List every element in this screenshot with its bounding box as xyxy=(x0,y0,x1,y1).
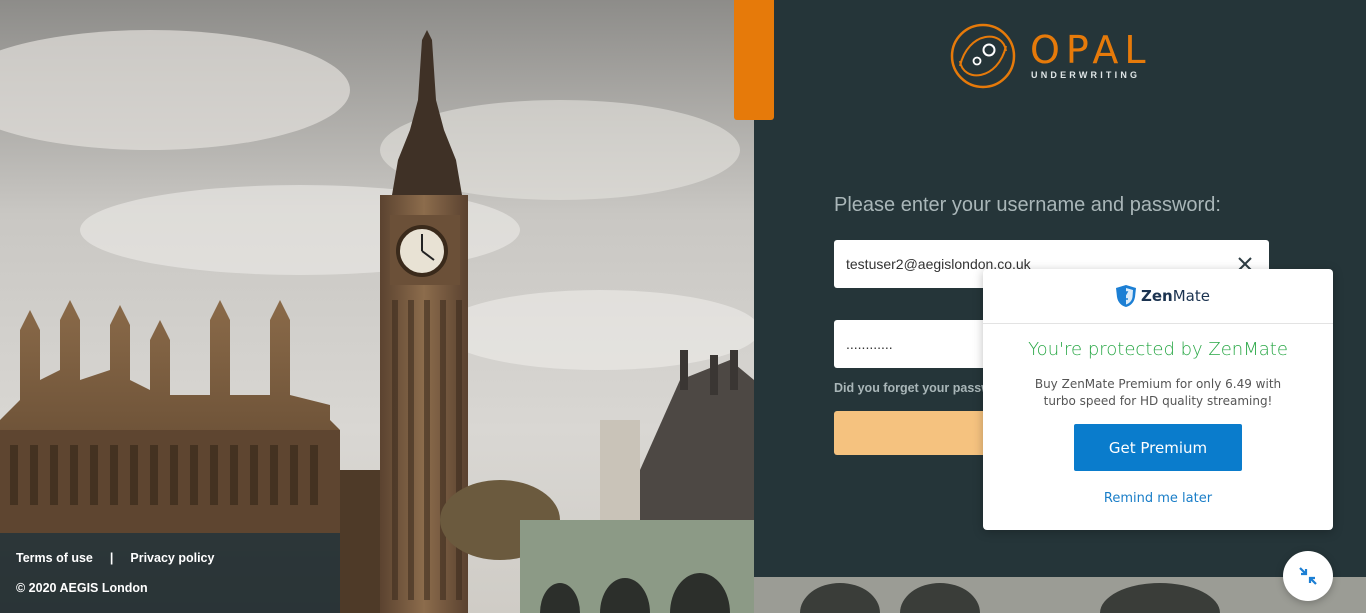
brand-name: OPAL xyxy=(1030,28,1152,72)
zenmate-popup: ZenMate You're protected by ZenMate Buy … xyxy=(983,269,1333,530)
zenmate-description: Buy ZenMate Premium for only 6.49 with t… xyxy=(1034,377,1282,408)
login-prompt: Please enter your username and password: xyxy=(834,194,1221,216)
opal-logo-mark-icon xyxy=(950,23,1016,89)
zenmate-brand-zen: Zen xyxy=(1141,287,1173,305)
copyright-text: © 2020 AEGIS London xyxy=(16,581,148,595)
brand-tagline: UNDERWRITING xyxy=(1031,70,1141,80)
collapse-arrows-icon xyxy=(1299,567,1317,585)
shield-icon xyxy=(1116,285,1136,307)
remind-later-link[interactable]: Remind me later xyxy=(983,491,1333,506)
accent-tab xyxy=(734,0,774,120)
zenmate-collapse-button[interactable] xyxy=(1283,551,1333,601)
zenmate-header: ZenMate xyxy=(983,269,1333,324)
zenmate-title: You're protected by ZenMate xyxy=(1028,339,1288,360)
site-footer: Terms of use | Privacy policy © 2020 AEG… xyxy=(0,533,340,613)
zenmate-logo: ZenMate xyxy=(1115,284,1210,308)
footer-links: Terms of use | Privacy policy xyxy=(16,551,214,565)
get-premium-button[interactable]: Get Premium xyxy=(1074,424,1242,471)
terms-of-use-link[interactable]: Terms of use xyxy=(16,551,93,565)
opal-logo: OPAL UNDERWRITING xyxy=(948,21,1158,91)
privacy-policy-link[interactable]: Privacy policy xyxy=(130,551,214,565)
zenmate-brand: ZenMate xyxy=(1141,287,1210,305)
zenmate-brand-mate: Mate xyxy=(1172,287,1210,305)
footer-separator: | xyxy=(109,551,114,565)
